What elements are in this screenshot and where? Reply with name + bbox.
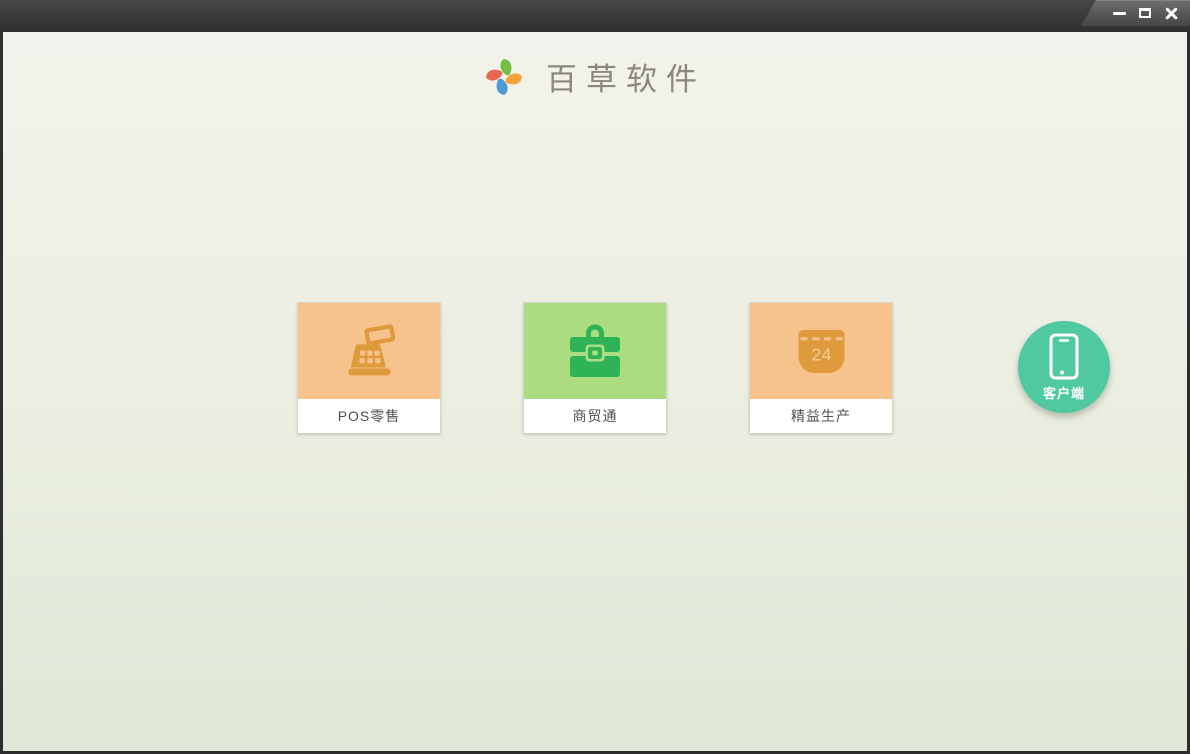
lean-label-bar: 精益生产 [750,399,892,433]
client-button-label: 客户端 [1042,385,1085,401]
lean-tile: 24 [750,303,892,399]
calendar-day-text: 24 [811,344,831,364]
smartphone-icon [1049,333,1079,379]
brand-header: 百草软件 [3,54,1187,99]
product-card-pos[interactable]: POS零售 [297,302,441,433]
titlebar[interactable] [0,0,1190,32]
maximize-icon [1139,8,1151,18]
briefcase-icon [570,324,620,377]
lean-label: 精益生产 [791,408,851,424]
cash-register-icon [348,324,396,376]
minimize-icon [1112,11,1126,15]
close-icon [1165,7,1178,20]
trade-label-bar: 商贸通 [524,399,666,433]
product-card-trade[interactable]: 商贸通 [523,302,667,433]
pos-tile [298,303,440,399]
product-card-lean[interactable]: 24 精益生产 [749,302,893,433]
client-button[interactable]: 客户端 [1018,321,1110,413]
main-content: 百草软件 POS零售 商贸通 24 精益生产 客户端 [3,32,1187,751]
app-window: 百草软件 POS零售 商贸通 24 精益生产 客户端 [0,0,1190,754]
pos-label: POS零售 [337,408,401,424]
maximize-button[interactable] [1134,2,1156,24]
trade-tile [524,303,666,399]
pos-label-bar: POS零售 [298,399,440,433]
pinwheel-logo-icon [486,58,522,95]
window-controls [1108,0,1182,26]
app-title: 百草软件 [546,62,706,98]
close-button[interactable] [1160,2,1182,24]
minimize-button[interactable] [1108,2,1130,24]
calendar-icon: 24 [798,329,844,373]
trade-label: 商贸通 [572,408,618,424]
